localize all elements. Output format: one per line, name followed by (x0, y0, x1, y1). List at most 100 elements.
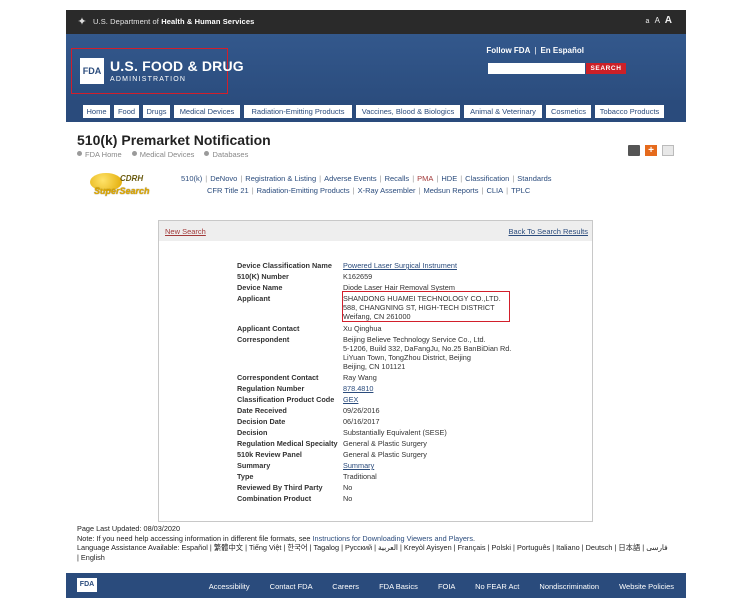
field-label: Correspondent Contact (237, 373, 319, 382)
cdrh-logo-text: CDRH (120, 174, 144, 183)
back-to-results-link[interactable]: Back To Search Results (509, 227, 588, 236)
viewers-players-link[interactable]: Instructions for Downloading Viewers and… (313, 534, 473, 543)
db-link-adverse-events[interactable]: Adverse Events (324, 174, 377, 183)
hhs-eagle-icon: ✦ (77, 16, 87, 28)
database-links-row-2: CFR Title 21 | Radiation-Emitting Products… (207, 186, 531, 195)
field-value-link[interactable]: 878.4810 (343, 384, 373, 393)
db-link-pma[interactable]: PMA (417, 174, 433, 183)
breadcrumb-medical-devices[interactable]: Medical Devices (140, 150, 195, 159)
field-label: 510k Review Panel (237, 450, 302, 459)
db-link-clia[interactable]: CLIA (486, 186, 503, 195)
fda-footer-logo[interactable]: FDA (77, 578, 97, 592)
nav-animal-veterinary[interactable]: Animal & Veterinary (464, 105, 542, 118)
field-label: Date Received (237, 406, 287, 415)
print-icon[interactable] (628, 145, 640, 157)
db-link-registration-listing[interactable]: Registration & Listing (245, 174, 316, 183)
footer-link-no-fear-act[interactable]: No FEAR Act (475, 582, 519, 591)
new-search-link[interactable]: New Search (165, 227, 206, 236)
text-size-small[interactable]: a (645, 18, 649, 25)
text-size-large[interactable]: A (665, 15, 672, 26)
applicant-highlight-box (342, 291, 510, 322)
footer-link-accessibility[interactable]: Accessibility (209, 582, 250, 591)
breadcrumb-databases[interactable]: Databases (212, 150, 248, 159)
db-link-xray-assembler[interactable]: X-Ray Assembler (358, 186, 416, 195)
field-label: Regulation Medical Specialty (237, 439, 338, 448)
footer-link-nondiscrimination[interactable]: Nondiscrimination (539, 582, 599, 591)
text-size-controls: a A A (642, 15, 672, 26)
field-label: Device Classification Name (237, 261, 332, 270)
field-value: 06/16/2017 (343, 417, 380, 426)
field-value: K162659 (343, 272, 373, 281)
file-format-note: Note: If you need help accessing informa… (77, 533, 476, 543)
nav-radiation-emitting-products[interactable]: Radiation-Emitting Products (244, 105, 352, 118)
footer-link-contact-fda[interactable]: Contact FDA (270, 582, 313, 591)
field-value: General & Plastic Surgery (343, 439, 427, 448)
db-link-cfr-title-21[interactable]: CFR Title 21 (207, 186, 249, 195)
footer-link-fda-basics[interactable]: FDA Basics (379, 582, 418, 591)
fda-logo-title: U.S. FOOD & DRUG (110, 58, 244, 74)
fda-logo-subtitle: ADMINISTRATION (110, 76, 187, 83)
field-value-link[interactable]: GEX (343, 395, 358, 404)
page: ✦ U.S. Department of Health & Human Serv… (66, 10, 686, 598)
db-link-510k[interactable]: 510(k) (181, 174, 202, 183)
field-value: Ray Wang (343, 373, 377, 382)
summary-link[interactable]: Summary (343, 461, 374, 470)
database-links: 510(k) | DeNovo | Registration & Listing | Adv… (181, 173, 601, 197)
main-nav: Home Food Drugs Medical Devices Radiatio… (66, 100, 686, 122)
nav-drugs[interactable]: Drugs (143, 105, 170, 118)
correspondent-line: LiYuan Town, TongZhou District, Beijing (343, 353, 471, 362)
db-link-tplc[interactable]: TPLC (511, 186, 530, 195)
nav-home[interactable]: Home (83, 105, 110, 118)
fda-logo[interactable]: FDA U.S. FOOD & DRUG ADMINISTRATION (71, 48, 244, 94)
field-value-link[interactable]: Powered Laser Surgical Instrument (343, 261, 457, 270)
cdrh-supersearch-logo[interactable]: CDRH SuperSearch (86, 170, 161, 198)
hhs-bar: ✦ U.S. Department of Health & Human Serv… (66, 10, 686, 34)
nav-cosmetics[interactable]: Cosmetics (546, 105, 591, 118)
footer-links: Accessibility Contact FDA Careers FDA Ba… (191, 582, 674, 591)
footer-link-website-policies[interactable]: Website Policies (619, 582, 674, 591)
nav-tobacco-products[interactable]: Tobacco Products (595, 105, 664, 118)
db-link-recalls[interactable]: Recalls (385, 174, 410, 183)
field-label: 510(K) Number (237, 272, 289, 281)
nav-medical-devices[interactable]: Medical Devices (174, 105, 240, 118)
footer-link-careers[interactable]: Careers (332, 582, 359, 591)
db-link-medsun-reports[interactable]: Medsun Reports (423, 186, 478, 195)
correspondent-line: Beijing, CN 101121 (343, 362, 406, 371)
breadcrumb-fda-home[interactable]: FDA Home (85, 150, 122, 159)
search-button[interactable]: SEARCH (586, 63, 626, 74)
db-link-hde[interactable]: HDE (441, 174, 457, 183)
email-icon[interactable] (662, 145, 674, 157)
english-link[interactable]: | English (77, 553, 677, 563)
follow-fda-link[interactable]: Follow FDA (486, 46, 530, 55)
page-title: 510(k) Premarket Notification (77, 132, 271, 148)
en-espanol-link[interactable]: En Español (540, 46, 584, 55)
results-panel: New Search Back To Search Results Device… (158, 220, 593, 522)
field-label: Classification Product Code (237, 395, 335, 404)
nav-vaccines-blood-biologics[interactable]: Vaccines, Blood & Biologics (356, 105, 460, 118)
db-link-denovo[interactable]: DeNovo (210, 174, 237, 183)
field-value: Traditional (343, 472, 377, 481)
bullet-icon (77, 151, 82, 156)
field-value: Xu Qinghua (343, 324, 382, 333)
supersearch-logo-text: SuperSearch (94, 186, 150, 196)
footer-link-foia[interactable]: FOIA (438, 582, 455, 591)
last-updated: Page Last Updated: 08/03/2020 (77, 524, 181, 533)
nav-food[interactable]: Food (114, 105, 139, 118)
field-label: Decision Date (237, 417, 286, 426)
db-link-classification[interactable]: Classification (465, 174, 509, 183)
hhs-link[interactable]: U.S. Department of Health & Human Servic… (93, 17, 254, 26)
language-assistance[interactable]: Language Assistance Available: Español |… (77, 543, 677, 553)
field-label: Regulation Number (237, 384, 305, 393)
field-value: Substantially Equivalent (SESE) (343, 428, 447, 437)
field-label: Type (237, 472, 254, 481)
field-label: Decision (237, 428, 268, 437)
db-link-standards[interactable]: Standards (517, 174, 551, 183)
database-links-row-1: 510(k) | DeNovo | Registration & Listing | Adv… (181, 174, 552, 183)
header-links: Follow FDA | En Español (486, 46, 584, 55)
search-input[interactable] (488, 63, 585, 74)
footer-nav: FDA Accessibility Contact FDA Careers FD… (66, 573, 686, 598)
text-size-medium[interactable]: A (655, 16, 660, 25)
correspondent-line: Beijing Believe Technology Service Co., … (343, 335, 486, 344)
db-link-radiation-emitting-products[interactable]: Radiation-Emitting Products (257, 186, 350, 195)
share-plus-icon[interactable]: + (645, 145, 657, 157)
